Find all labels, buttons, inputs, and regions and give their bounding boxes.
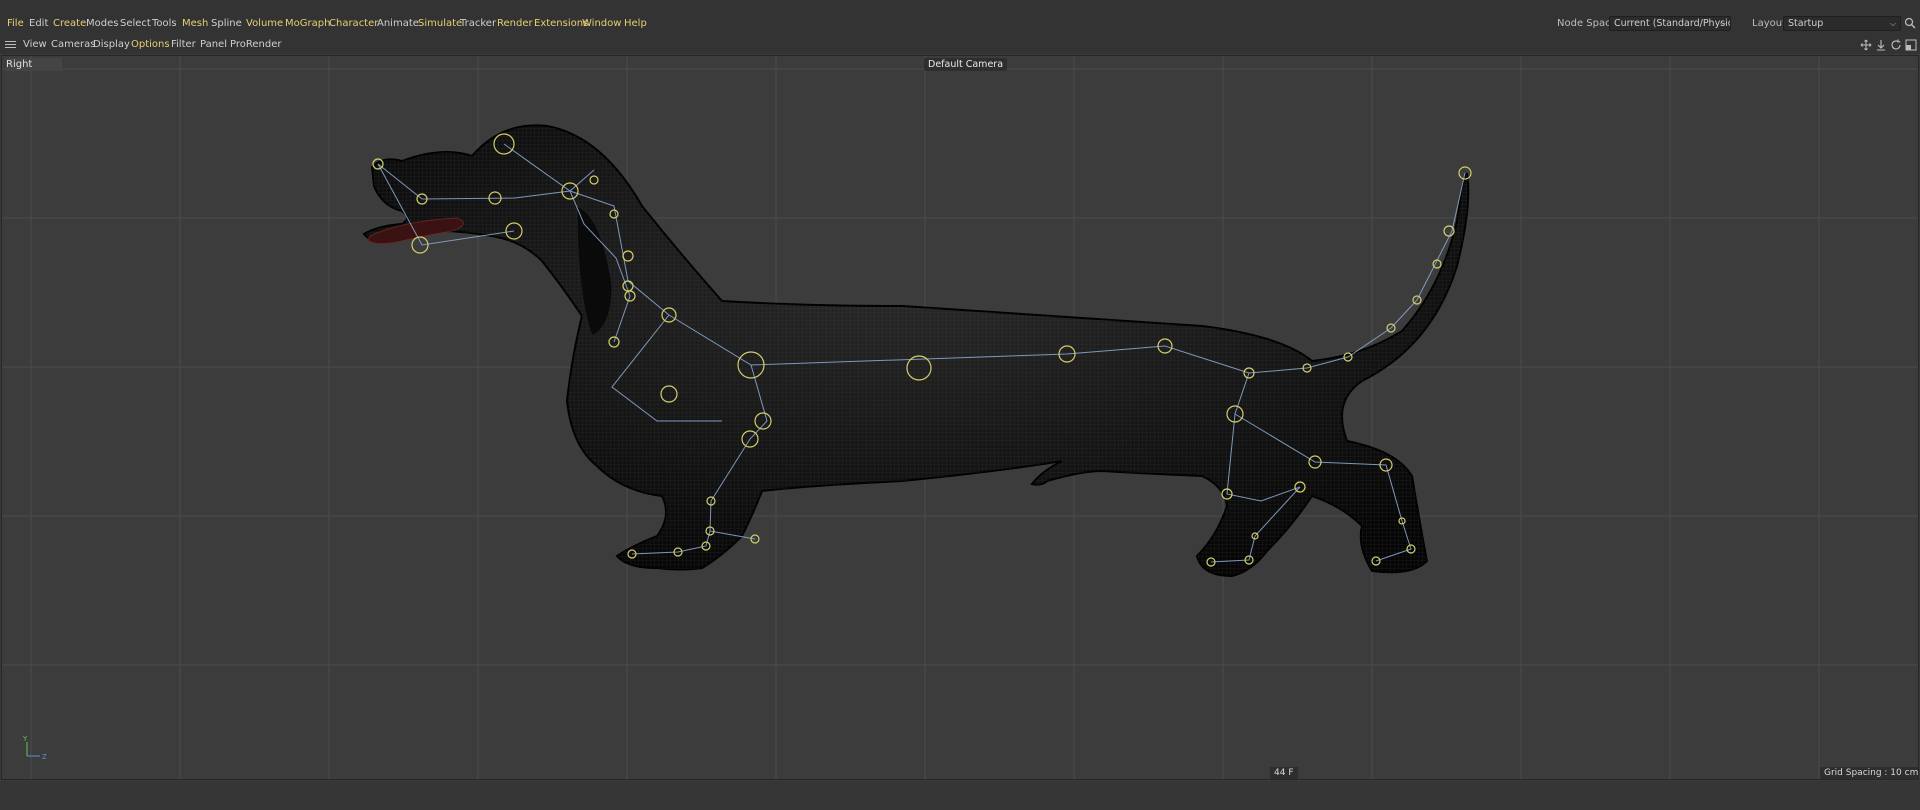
viewport-menu-cameras[interactable]: Cameras [51,39,95,51]
menu-volume[interactable]: Volume [246,18,283,30]
cinema4d-window: File Edit Create Modes Select Tools Mesh… [0,0,1920,810]
axis-z-label: Z [42,753,47,761]
viewport-menubar: View Cameras Display Options Filter Pane… [0,36,1920,54]
chevron-down-icon: ⌵ [1889,19,1896,28]
search-icon[interactable] [1904,17,1916,29]
menu-spline[interactable]: Spline [211,18,242,30]
axis-gizmo: Y Z [22,735,47,761]
layout-value: Startup [1788,18,1824,29]
viewport-menu-filter[interactable]: Filter [171,39,196,51]
layout-dropdown[interactable]: Startup ⌵ [1783,16,1901,31]
dachshund-mesh[interactable] [362,124,1470,578]
3d-viewport[interactable]: Y Z Right Default Camera 44 F Grid Spaci… [1,55,1919,780]
grid-spacing: Grid Spacing : 10 cm [1820,767,1918,779]
menu-window[interactable]: Window [582,18,621,30]
axis-y-label: Y [22,735,28,743]
rotate-view-icon[interactable] [1890,39,1902,51]
menu-animate[interactable]: Animate [377,18,419,30]
viewport-menu-display[interactable]: Display [93,39,130,51]
viewport-menu-prorender[interactable]: ProRender [230,39,281,51]
menu-create[interactable]: Create [53,18,86,30]
hamburger-menu-icon[interactable] [5,41,16,49]
viewport-menu-panel[interactable]: Panel [200,39,227,51]
menu-extensions[interactable]: Extensions [534,18,588,30]
move-view-icon[interactable] [1860,39,1872,51]
menu-simulate[interactable]: Simulate [418,18,462,30]
viewport-menu-view[interactable]: View [23,39,47,51]
menu-render[interactable]: Render [497,18,533,30]
menu-modes[interactable]: Modes [86,18,118,30]
menu-help[interactable]: Help [624,18,647,30]
menu-select[interactable]: Select [120,18,151,30]
toggle-panel-icon[interactable] [1905,39,1917,51]
node-space-value: Current (Standard/Physical) [1614,18,1730,29]
viewport-canvas[interactable]: Y Z [2,56,1919,780]
menu-mograph[interactable]: MoGraph [285,18,330,30]
zoom-view-icon[interactable] [1875,39,1887,51]
chevron-down-icon: ⌵ [1719,19,1726,28]
viewport-name[interactable]: Right [6,58,63,71]
menu-tracker[interactable]: Tracker [460,18,496,30]
status-bar [0,781,1920,810]
node-space-dropdown[interactable]: Current (Standard/Physical) ⌵ [1609,16,1731,31]
menu-tools[interactable]: Tools [152,18,177,30]
menu-file[interactable]: File [7,18,24,30]
menu-edit[interactable]: Edit [29,18,48,30]
viewport-menu-options[interactable]: Options [131,39,170,51]
menu-character[interactable]: Character [329,18,378,30]
active-camera[interactable]: Default Camera [924,58,1008,71]
menu-mesh[interactable]: Mesh [182,18,208,30]
current-frame: 44 F [1270,767,1298,779]
